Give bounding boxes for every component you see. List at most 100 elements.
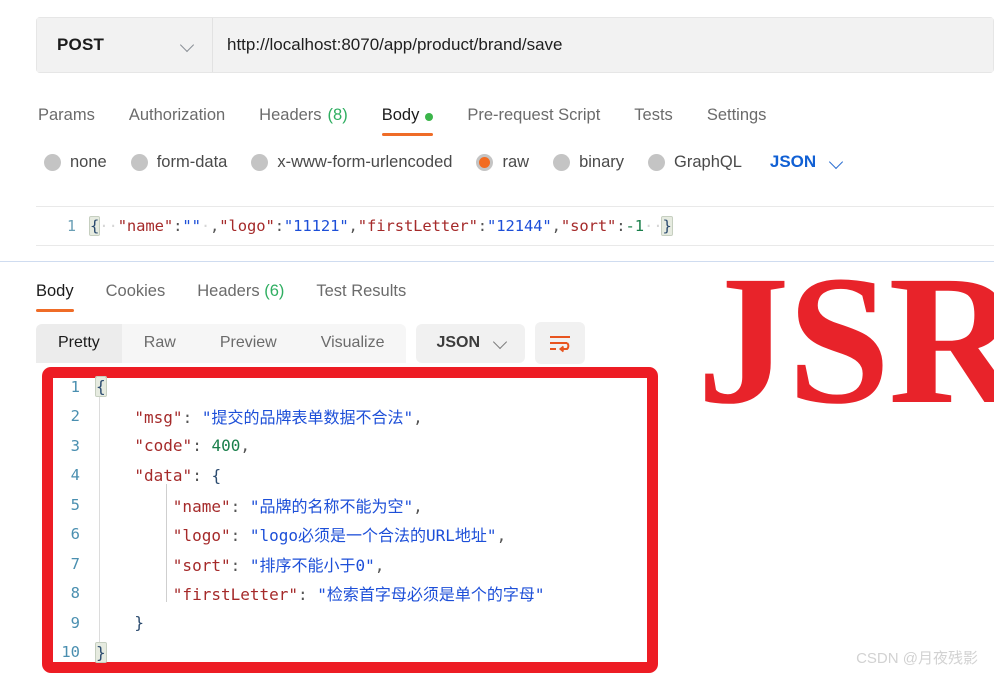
tab-authorization[interactable]: Authorization — [112, 106, 242, 136]
code-token: , — [496, 526, 507, 546]
code-whitespace-dots: ·· — [644, 217, 663, 235]
code-token-value-sort: -1 — [625, 217, 645, 235]
response-tab-cookies[interactable]: Cookies — [90, 282, 182, 312]
body-type-label: none — [70, 152, 107, 171]
code-token-key-sort: "sort" — [560, 217, 617, 235]
response-tab-bar: Body Cookies Headers (6) Test Results — [36, 268, 422, 312]
chevron-down-icon — [494, 336, 507, 349]
code-token-key-firstletter: "firstLetter" — [357, 217, 478, 235]
view-tab-preview[interactable]: Preview — [198, 324, 299, 363]
body-type-binary[interactable]: binary — [553, 153, 624, 172]
code-line-text: "msg": "提交的品牌表单数据不合法", — [96, 404, 423, 428]
body-type-label: GraphQL — [674, 152, 742, 171]
code-token: "code" — [134, 436, 193, 456]
body-type-graphql[interactable]: GraphQL — [648, 153, 742, 172]
code-line-text: "name": "品牌的名称不能为空", — [96, 493, 423, 517]
word-wrap-toggle-button[interactable] — [535, 322, 586, 364]
code-token-value-name: "" — [182, 217, 201, 235]
code-token-comma: , — [551, 217, 561, 235]
code-token: } — [95, 641, 107, 663]
code-line: 6 "logo": "logo必须是一个合法的URL地址", — [36, 520, 656, 550]
response-tab-headers[interactable]: Headers (6) — [181, 282, 300, 312]
tab-label: Pretty — [58, 333, 100, 351]
word-wrap-icon — [550, 336, 571, 353]
tab-label: Settings — [706, 106, 767, 124]
code-line-text: "sort": "排序不能小于0", — [96, 552, 385, 576]
radio-selected-icon — [476, 153, 494, 171]
raw-format-select[interactable]: JSON — [770, 152, 843, 172]
body-type-urlencoded[interactable]: x-www-form-urlencoded — [251, 153, 452, 172]
jsr-watermark: JSR — [697, 238, 994, 443]
line-number: 9 — [70, 613, 80, 632]
code-token: , — [374, 555, 385, 575]
code-line: 8 "firstLetter": "检索首字母必须是单个的字母" — [36, 579, 656, 609]
request-body-code[interactable]: {··"name":""·,"logo":"11121","firstLette… — [88, 216, 673, 236]
response-headers-count-badge: (6) — [264, 282, 285, 300]
response-tab-body[interactable]: Body — [36, 282, 90, 312]
tab-pre-request-script[interactable]: Pre-request Script — [450, 106, 617, 136]
code-token-colon: : — [477, 217, 488, 235]
tab-headers[interactable]: Headers (8) — [242, 106, 365, 136]
tab-params[interactable]: Params — [38, 106, 112, 136]
code-line: 4 "data": { — [36, 461, 656, 491]
body-type-raw[interactable]: raw — [476, 153, 529, 172]
view-tab-pretty[interactable]: Pretty — [36, 323, 122, 363]
body-type-label: x-www-form-urlencoded — [277, 152, 453, 171]
code-token: , — [413, 408, 423, 428]
code-token: : — [230, 555, 250, 575]
tab-label: Body — [381, 106, 420, 124]
line-number: 5 — [70, 495, 80, 514]
body-modified-dot-icon — [425, 113, 434, 121]
line-number: 4 — [70, 466, 80, 485]
code-whitespace-dots: ·· — [99, 217, 118, 235]
code-token: : — [182, 408, 202, 428]
body-type-form-data[interactable]: form-data — [130, 152, 228, 172]
view-tab-raw[interactable]: Raw — [122, 324, 198, 363]
code-line: 3 "code": 400, — [36, 431, 656, 461]
tab-settings[interactable]: Settings — [690, 106, 784, 136]
response-view-toolbar: Pretty Raw Preview Visualize JSON — [36, 322, 586, 364]
code-line-text: "code": 400, — [96, 436, 250, 455]
view-tab-visualize[interactable]: Visualize — [299, 324, 407, 363]
tab-label: Visualize — [320, 333, 385, 351]
body-type-label: form-data — [156, 152, 228, 171]
tab-label: Test Results — [316, 282, 407, 300]
response-format-select[interactable]: JSON — [416, 323, 526, 363]
code-line-text: } — [96, 613, 144, 632]
code-token: , — [240, 436, 250, 456]
code-token: , — [413, 496, 423, 516]
code-token: "排序不能小于0" — [249, 555, 375, 575]
http-method-select[interactable]: POST — [37, 18, 213, 72]
tab-label: Raw — [143, 333, 176, 351]
headers-count-badge: (8) — [327, 106, 348, 124]
code-token-colon: : — [274, 217, 284, 235]
line-number: 8 — [70, 584, 80, 603]
code-token: : — [192, 436, 212, 456]
code-token-comma: , — [210, 217, 220, 235]
code-token: { — [211, 465, 222, 485]
line-number: 10 — [61, 643, 80, 662]
code-token-colon: : — [616, 217, 626, 235]
tab-body[interactable]: Body — [365, 106, 451, 136]
line-number: 2 — [70, 407, 80, 426]
raw-format-label: JSON — [769, 152, 817, 171]
url-input[interactable]: http://localhost:8070/app/product/brand/… — [213, 18, 993, 72]
code-token-close-brace: } — [661, 216, 673, 236]
radio-icon — [130, 153, 148, 171]
code-token: "logo必须是一个合法的URL地址" — [249, 526, 497, 546]
response-tab-test-results[interactable]: Test Results — [300, 282, 422, 312]
code-line: 2 "msg": "提交的品牌表单数据不合法", — [36, 402, 656, 432]
line-number: 1 — [70, 377, 80, 396]
radio-icon — [648, 153, 666, 171]
body-type-label: binary — [579, 152, 625, 171]
body-type-radio-group: none form-data x-www-form-urlencoded raw… — [44, 152, 843, 172]
http-method-label: POST — [57, 35, 105, 54]
response-body-code[interactable]: 1 {2 "msg": "提交的品牌表单数据不合法", 3 "code": 400, 4 "… — [36, 372, 656, 668]
code-token-key-name: "name" — [117, 217, 174, 235]
tab-label: Pre-request Script — [467, 106, 601, 124]
tab-tests[interactable]: Tests — [617, 106, 690, 136]
code-token: "msg" — [134, 408, 183, 428]
code-line-text: "data": { — [96, 466, 221, 485]
request-url-bar: POST http://localhost:8070/app/product/b… — [36, 17, 994, 73]
body-type-none[interactable]: none — [44, 153, 107, 172]
